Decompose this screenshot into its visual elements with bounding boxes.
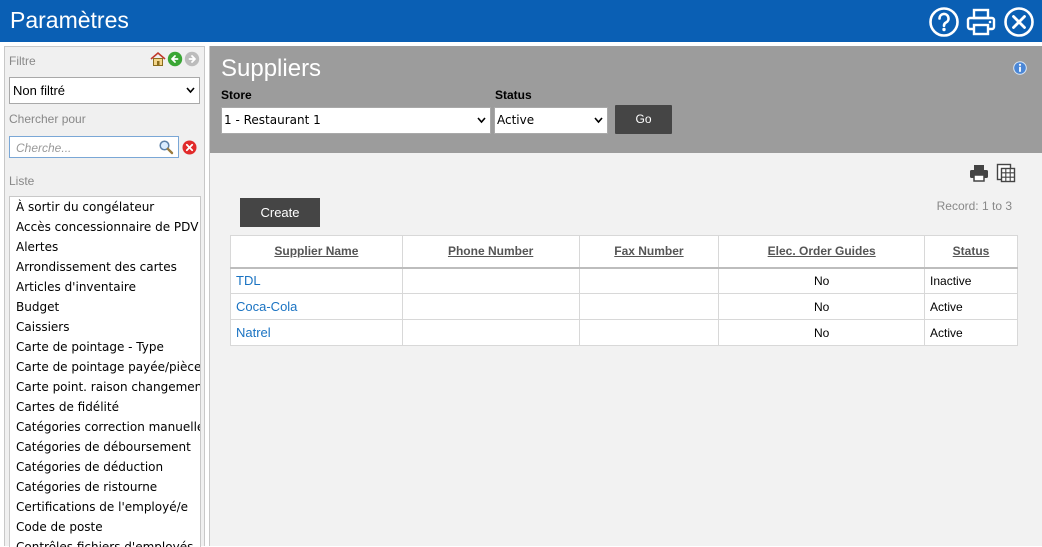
table-row: TDL No Inactive [230,267,1018,294]
sidebar-list-item[interactable]: À sortir du congélateur [10,197,200,217]
store-select-value: 1 - Restaurant 1 [224,113,321,127]
supplier-name-link[interactable]: TDL [230,267,403,294]
back-arrow-icon [167,51,183,67]
main-header: Suppliers Store 1 - Restaurant 1 Status … [210,46,1042,153]
sidebar-list-item[interactable]: Articles d'inventaire [10,277,200,297]
sidebar-list-item[interactable]: Carte de pointage payée/pièce [10,357,200,377]
sidebar-list-item[interactable]: Catégories de ristourne [10,477,200,497]
table-row: Natrel No Active [230,319,1018,346]
column-header-phone-number[interactable]: Phone Number [401,235,580,269]
column-header-elec-order-guides[interactable]: Elec. Order Guides [718,235,926,269]
sidebar-list-item[interactable]: Catégories de déduction [10,457,200,477]
help-button[interactable] [928,6,960,38]
chevron-down-icon [477,117,486,124]
table-row: Coca-Cola No Active [230,293,1018,320]
status-cell: Active [924,319,1018,346]
column-header-fax-number[interactable]: Fax Number [578,235,720,269]
main-panel: Suppliers Store 1 - Restaurant 1 Status … [209,46,1042,546]
forward-button[interactable] [184,51,200,67]
search-icon[interactable] [158,139,174,155]
home-icon [150,51,166,66]
page-title: Suppliers [221,55,322,82]
table-header-row: Supplier Name Phone Number Fax Number El… [230,235,1018,269]
status-label: Status [495,88,532,102]
column-header-supplier-name[interactable]: Supplier Name [230,235,403,269]
settings-list: À sortir du congélateur Accès concessionn… [9,196,201,547]
phone-cell [401,293,580,320]
status-cell: Active [924,293,1018,320]
chevron-down-icon [594,117,603,124]
home-button[interactable] [150,51,166,67]
fax-cell [578,319,720,346]
nav-icons [150,51,200,67]
close-icon [1004,7,1034,37]
sidebar-list-item[interactable]: Carte point. raison changement [10,377,200,397]
sidebar-list-item[interactable]: Cartes de fidélité [10,397,200,417]
phone-cell [401,267,580,294]
help-icon [929,7,959,37]
sidebar-list-item[interactable]: Arrondissement des cartes [10,257,200,277]
elec-order-guides-cell: No [718,267,926,294]
supplier-name-link[interactable]: Natrel [230,319,403,346]
status-select-value: Active [497,113,535,127]
sidebar-list-item[interactable]: Certifications de l'employé/e [10,497,200,517]
filter-select[interactable]: Non filtré [9,77,200,104]
store-select[interactable]: 1 - Restaurant 1 [221,107,491,134]
forward-arrow-icon [184,51,200,67]
sidebar-list-item[interactable]: Carte de pointage - Type [10,337,200,357]
chevron-down-icon [186,87,195,94]
elec-order-guides-cell: No [718,293,926,320]
status-select[interactable]: Active [494,107,608,134]
filter-select-value: Non filtré [13,83,66,98]
create-button[interactable]: Create [240,198,320,227]
window-title: Paramètres [10,7,129,33]
search-input[interactable]: Cherche... [9,136,179,158]
record-count: Record: 1 to 3 [936,199,1012,213]
sidebar-list-item[interactable]: Code de poste [10,517,200,537]
store-label: Store [221,88,252,102]
status-cell: Inactive [924,267,1018,294]
list-label: Liste [9,174,35,188]
search-placeholder: Cherche... [16,141,72,155]
title-bar: Paramètres [0,0,1042,42]
sidebar-list-item[interactable]: Alertes [10,237,200,257]
sidebar-list-item[interactable]: Catégories de déboursement [10,437,200,457]
sidebar-list-item[interactable]: Budget [10,297,200,317]
sidebar-list-item[interactable]: Caissiers [10,317,200,337]
filter-label: Filtre [9,54,36,68]
sidebar-list-item[interactable]: Catégories correction manuelle [10,417,200,437]
clear-search-icon[interactable] [182,140,197,155]
fax-cell [578,293,720,320]
fax-cell [578,267,720,294]
search-label: Chercher pour [9,112,86,126]
supplier-name-link[interactable]: Coca-Cola [230,293,403,320]
sidebar: Filtre Non filtré Chercher pour Cherche.… [4,46,205,547]
print-window-button[interactable] [965,6,997,38]
suppliers-table: Supplier Name Phone Number Fax Number El… [230,235,1018,346]
export-spreadsheet-icon[interactable] [996,163,1016,183]
column-header-status[interactable]: Status [924,235,1018,269]
close-window-button[interactable] [1003,6,1035,38]
printer-icon [966,8,996,36]
back-button[interactable] [167,51,183,67]
elec-order-guides-cell: No [718,319,926,346]
info-icon[interactable] [1013,61,1027,75]
go-button[interactable]: Go [615,105,672,134]
print-list-icon[interactable] [969,163,989,183]
sidebar-list-item[interactable]: Accès concessionnaire de PDV [10,217,200,237]
phone-cell [401,319,580,346]
